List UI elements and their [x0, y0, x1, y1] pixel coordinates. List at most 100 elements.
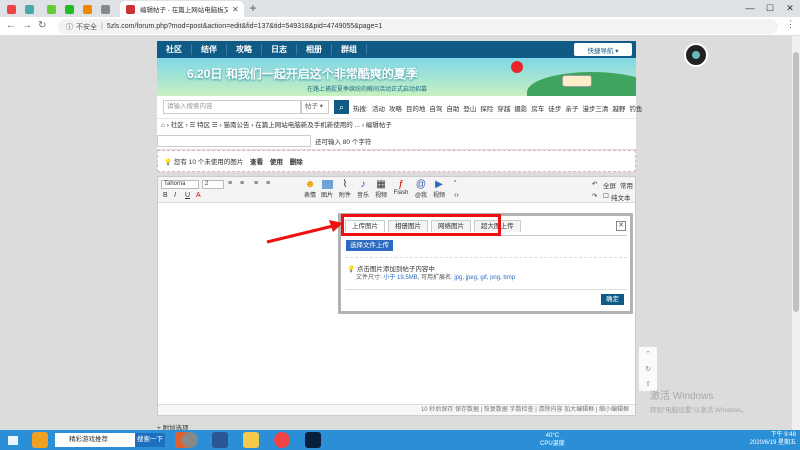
- photoshop-icon[interactable]: [305, 432, 321, 448]
- undo-icon[interactable]: ↶: [592, 180, 597, 188]
- music-button[interactable]: ♪ 音乐: [354, 179, 372, 199]
- hot-word[interactable]: 自驾: [429, 103, 442, 113]
- hot-word[interactable]: 探险: [480, 103, 493, 113]
- hot-word[interactable]: 自助: [446, 103, 459, 113]
- nav-guide[interactable]: 攻略: [227, 44, 262, 55]
- url-field[interactable]: ⓘ 不安全 | 5zls.com/forum.php?mod=post&acti…: [58, 19, 778, 34]
- word-icon[interactable]: [212, 432, 228, 448]
- pinned-tab-orange[interactable]: [78, 1, 96, 17]
- quick-nav-dropdown[interactable]: 快捷导航 ▾: [574, 43, 632, 56]
- align-right-icon[interactable]: ≡: [266, 180, 270, 187]
- menu-icon[interactable]: ⋮: [786, 19, 795, 30]
- close-icon[interactable]: ✕: [616, 221, 626, 231]
- redo-icon[interactable]: ↷: [592, 192, 597, 200]
- select-file-button[interactable]: 选择文件上传: [346, 240, 393, 251]
- breadcrumb[interactable]: ⌂ › 社区 › ☰ 特区 ☰ › 猫南公告 › 在篇上网站电脑新及手机新使用的…: [157, 119, 636, 133]
- video-button[interactable]: ▦ 视频: [372, 179, 390, 199]
- font-select[interactable]: Tahoma: [161, 180, 199, 189]
- forward-icon[interactable]: →: [22, 20, 32, 31]
- chrome-icon[interactable]: [274, 432, 290, 448]
- at-icon: @: [415, 179, 427, 190]
- image-button[interactable]: 图片: [318, 179, 336, 199]
- hot-word[interactable]: 漫步三清: [582, 103, 608, 113]
- bold-button[interactable]: B: [163, 192, 168, 199]
- use-link[interactable]: 使用: [270, 159, 283, 166]
- hot-word[interactable]: 攻略: [389, 103, 402, 113]
- underline-button[interactable]: U: [185, 192, 190, 199]
- nav-blog[interactable]: 日志: [262, 44, 297, 55]
- post-title-input[interactable]: [157, 135, 311, 147]
- pinned-tab-edit[interactable]: [96, 1, 114, 17]
- hot-word[interactable]: 穿越: [497, 103, 510, 113]
- nav-album[interactable]: 相册: [297, 44, 332, 55]
- pinned-tab-wechat[interactable]: [60, 1, 78, 17]
- close-window-button[interactable]: ✕: [780, 0, 800, 17]
- maximize-button[interactable]: ☐: [760, 0, 780, 17]
- divider: [345, 289, 627, 290]
- video2-button[interactable]: ▶ 视频: [430, 179, 448, 199]
- nav-group[interactable]: 群组: [332, 44, 367, 55]
- close-icon[interactable]: ✕: [232, 5, 239, 14]
- emoji-button[interactable]: ☻ 表情: [301, 179, 319, 199]
- hot-word[interactable]: 钓鱼: [629, 103, 642, 113]
- italic-button[interactable]: I: [174, 192, 176, 199]
- size-select[interactable]: 2: [202, 180, 224, 189]
- flash-button[interactable]: ƒ Flash: [392, 179, 410, 196]
- back-icon[interactable]: ←: [6, 20, 16, 31]
- align-left-icon[interactable]: ≡: [228, 180, 232, 187]
- align-left-icon[interactable]: ≡: [254, 180, 258, 187]
- scrollbar-thumb[interactable]: [793, 52, 799, 312]
- hot-word[interactable]: 目的地: [406, 103, 426, 113]
- mention-button[interactable]: @ @我: [412, 179, 430, 199]
- attachment-button[interactable]: ⌇ 附件: [336, 179, 354, 199]
- banner[interactable]: 6.20日 和我们一起开启这个非常酷爽的夏季 在路上捕捉夏季缤纷的瞬间活动正式启…: [157, 58, 636, 96]
- divider: [345, 235, 627, 236]
- hot-word[interactable]: 活动: [372, 103, 385, 113]
- delete-link[interactable]: 删除: [290, 159, 303, 166]
- taskbar-search-button[interactable]: 搜索一下: [135, 433, 165, 447]
- hot-word[interactable]: 房车: [531, 103, 544, 113]
- nav-partner[interactable]: 结伴: [192, 44, 227, 55]
- hot-word[interactable]: 登山: [463, 103, 476, 113]
- tab-large-upload[interactable]: 超大图上传: [474, 220, 521, 232]
- page-scrollbar[interactable]: [792, 36, 800, 430]
- refresh-icon[interactable]: ↻: [639, 362, 657, 377]
- folder-icon[interactable]: [243, 432, 259, 448]
- windows-start-icon[interactable]: [8, 436, 18, 445]
- view-link[interactable]: 查看: [250, 159, 263, 166]
- pinned-tab-baidu[interactable]: [20, 1, 38, 17]
- avatar[interactable]: [684, 43, 708, 67]
- hot-word[interactable]: 摄影: [514, 103, 527, 113]
- editor-status[interactable]: 10 秒后保存 保存数据 | 恢复数据 字数检查 | 清除内容 加大编辑框 | …: [158, 404, 635, 415]
- tab-upload-image[interactable]: 上传图片: [345, 220, 385, 232]
- paperclip-icon: ⌇: [342, 179, 348, 190]
- new-tab-button[interactable]: +: [246, 1, 260, 15]
- clock[interactable]: 下午 9:48 2020/6/19 星期五: [750, 431, 796, 447]
- reload-icon[interactable]: ↻: [38, 20, 46, 31]
- app-icon[interactable]: [32, 432, 48, 448]
- align-center-icon[interactable]: ≡: [240, 180, 244, 187]
- code-icon[interactable]: ‹›: [454, 192, 459, 199]
- common-button[interactable]: 常用: [620, 180, 633, 190]
- tab-web-image[interactable]: 网络图片: [431, 220, 471, 232]
- plaintext-checkbox[interactable]: ☐: [603, 192, 609, 200]
- hot-word[interactable]: 亲子: [565, 103, 578, 113]
- fullscreen-button[interactable]: 全屏: [603, 180, 616, 190]
- hot-word[interactable]: 越野: [612, 103, 625, 113]
- search-type-select[interactable]: 帖子 ▾: [301, 100, 329, 114]
- minimize-button[interactable]: —: [740, 0, 760, 17]
- chevron-up-icon[interactable]: ⌃: [639, 347, 657, 362]
- confirm-button[interactable]: 确定: [601, 294, 624, 305]
- search-button[interactable]: ⌕: [334, 100, 349, 114]
- tab-edit-post[interactable]: 编辑帖子 - 在篇上网站电脑板又… ✕: [120, 1, 244, 17]
- search-input[interactable]: 请输入搜索内容: [163, 100, 301, 114]
- pinned-tab-v[interactable]: [2, 1, 20, 17]
- site-icon: [24, 4, 34, 14]
- hot-word[interactable]: 徒步: [548, 103, 561, 113]
- quote-icon[interactable]: “: [454, 180, 456, 187]
- text-color-button[interactable]: A: [196, 192, 201, 199]
- tab-album-image[interactable]: 相册图片: [388, 220, 428, 232]
- pinned-tab-iqiyi[interactable]: [42, 1, 60, 17]
- app-icon[interactable]: [182, 432, 198, 448]
- nav-community[interactable]: 社区: [157, 44, 192, 55]
